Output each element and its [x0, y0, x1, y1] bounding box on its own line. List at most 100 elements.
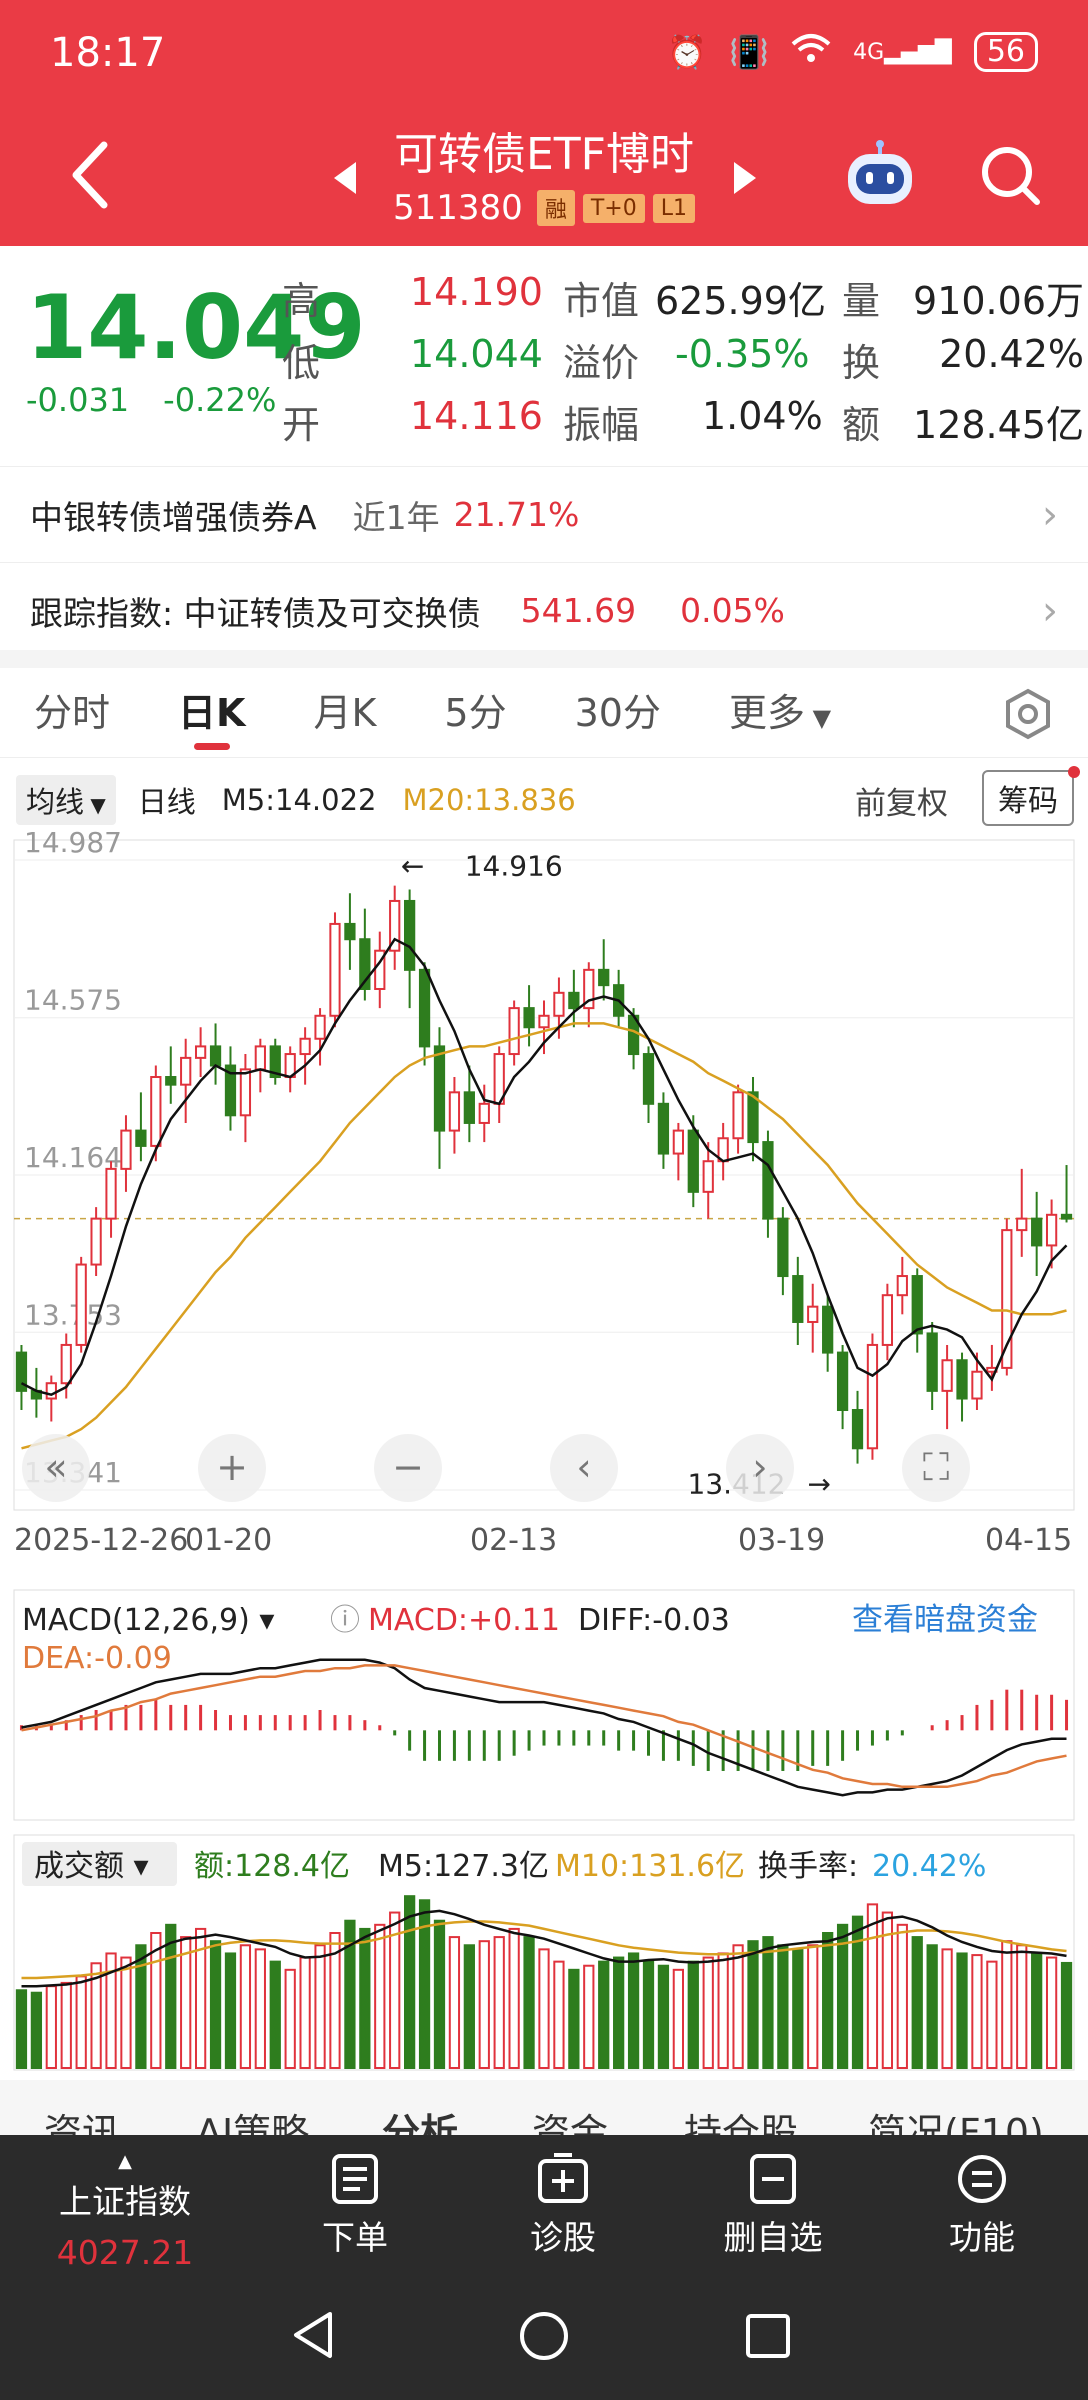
- amount-bar: [314, 1944, 326, 2069]
- menu-icon: [958, 2155, 1006, 2203]
- amount-bar: [911, 1936, 923, 2070]
- amount-bar: [299, 1956, 311, 2069]
- first-icon[interactable]: «: [22, 1434, 90, 1502]
- tab-more[interactable]: 更多 ▼: [695, 668, 865, 758]
- high-annotation: 14.916: [465, 850, 563, 883]
- candle-body: [75, 1263, 87, 1346]
- fullscreen-icon[interactable]: ⛶: [902, 1434, 970, 1502]
- candle-body: [538, 1014, 550, 1029]
- diagnose-button[interactable]: 诊股: [483, 2153, 643, 2259]
- amount-selector[interactable]: 成交额 ▾: [34, 1849, 149, 1884]
- diff-value: DIFF:-0.03: [578, 1603, 730, 1638]
- tab-analysis[interactable]: 分析: [382, 2102, 458, 2135]
- ma-selector[interactable]: 均线 ▼: [16, 775, 116, 825]
- chips-button[interactable]: 筹码: [982, 770, 1074, 826]
- kline-chart[interactable]: 14.98714.57514.16413.75313.34114.916←13.…: [13, 830, 1075, 1558]
- adjust-button[interactable]: 前复权: [855, 778, 948, 823]
- tag-level: L1: [652, 193, 695, 223]
- remove-label: 删自选: [723, 2218, 823, 2257]
- amount-bar: [120, 1956, 132, 2069]
- control-glyph: «: [44, 1445, 67, 1489]
- wifi-icon: [791, 32, 831, 72]
- nav-back-icon[interactable]: [290, 2310, 340, 2360]
- tab-30min[interactable]: 30分: [541, 668, 695, 758]
- candle-body: [135, 1129, 147, 1147]
- nav-home-icon[interactable]: [518, 2310, 570, 2362]
- zoom-in-icon[interactable]: +: [198, 1434, 266, 1502]
- caret-down-icon: ▼: [804, 703, 832, 732]
- fund-compare-row[interactable]: 中银转债增强债券A 近1年 21.71% ›: [0, 466, 1088, 562]
- candle-body: [881, 1294, 894, 1346]
- amount-bar: [971, 1954, 983, 2070]
- amount-bar: [1045, 1956, 1058, 2069]
- tab-holdings[interactable]: 持仓股: [684, 2102, 798, 2135]
- tab-monthly-k[interactable]: 月K: [279, 668, 410, 758]
- order-button[interactable]: 下单: [275, 2153, 435, 2259]
- amount-bar: [702, 1956, 714, 2069]
- tracking-index-label: 跟踪指数: 中证转债及可交换债: [30, 593, 481, 633]
- nav-recents-icon[interactable]: [744, 2312, 792, 2360]
- amount-label: 额: [842, 403, 881, 447]
- remove-watchlist-button[interactable]: 删自选: [693, 2153, 853, 2259]
- amount-bar: [642, 1960, 655, 2069]
- amount-bar: [926, 1944, 938, 2069]
- candle-body: [926, 1332, 938, 1392]
- amount-bar: [209, 1940, 222, 2069]
- volume-value: 910.06万: [913, 279, 1084, 323]
- index-ticker[interactable]: ▲ 上证指数 4027.21: [45, 2153, 205, 2273]
- tab-f10[interactable]: 简况(F10): [868, 2102, 1044, 2135]
- prev-icon[interactable]: ‹: [550, 1434, 618, 1502]
- ma5-value: M5:14.022: [221, 783, 377, 817]
- ma20-value: M20:13.836: [402, 783, 576, 817]
- amount-bar: [538, 1948, 550, 2070]
- turnover-value: 20.42%: [872, 1849, 986, 1884]
- candle-body: [866, 1343, 879, 1450]
- candle-body: [299, 1037, 311, 1056]
- order-label: 下单: [322, 2218, 388, 2257]
- amount-bar: [45, 1985, 57, 2069]
- amount-bar: [941, 1948, 953, 2070]
- tab-news[interactable]: 资讯: [44, 2102, 120, 2135]
- dea-line: [21, 1664, 1067, 1789]
- status-time: 18:17: [50, 30, 166, 76]
- tracking-index-row[interactable]: 跟踪指数: 中证转债及可交换债 541.69 0.05% ›: [0, 562, 1088, 658]
- search-icon[interactable]: [975, 140, 1045, 210]
- candle-body: [642, 1053, 655, 1105]
- candle-body: [254, 1045, 266, 1071]
- tracking-index-value: 541.69: [520, 591, 637, 630]
- chart-area[interactable]: 14.98714.57514.16413.75313.34114.916←13.…: [0, 830, 1088, 2080]
- tab-ai-strategy[interactable]: AI策略: [196, 2102, 309, 2135]
- candle-body: [344, 922, 356, 941]
- amount-bar: [568, 1968, 580, 2070]
- amount-bar: [657, 1964, 670, 2070]
- amount-m5: M5:127.3亿: [378, 1849, 549, 1884]
- macd-chart: MACD(12,26,9) ▾ ⓘ MACD:+0.11 DIFF:-0.03 查看暗盘…: [13, 1589, 1075, 1821]
- quote-panel: 14.049 -0.031 -0.22% 高 低 开 14.190 14.044…: [0, 246, 1088, 466]
- amount-bar: [404, 1895, 416, 2069]
- zoom-out-icon[interactable]: −: [374, 1434, 442, 1502]
- status-icons: ⏰ 📳 4G▂▄▆█ 56: [667, 32, 1038, 72]
- candle-body: [687, 1129, 699, 1193]
- candle-body: [702, 1160, 714, 1193]
- mcap-value: 625.99亿: [655, 279, 826, 323]
- fund-return: 21.71%: [453, 495, 580, 534]
- functions-button[interactable]: 功能: [902, 2153, 1062, 2259]
- candle-body: [329, 922, 341, 1017]
- control-glyph: ‹: [576, 1445, 591, 1489]
- stock-code: 511380: [393, 188, 523, 228]
- open-value: 14.116: [410, 394, 543, 438]
- tab-5min[interactable]: 5分: [410, 668, 540, 758]
- dark-pool-link[interactable]: 查看暗盘资金: [852, 1602, 1038, 1638]
- candle-body: [762, 1141, 774, 1220]
- price-change-pct: -0.22%: [163, 381, 277, 419]
- period-tabs: 分时 日K 月K 5分 30分 更多 ▼: [0, 668, 1088, 758]
- tab-daily-k[interactable]: 日K: [144, 668, 279, 758]
- candle-body: [120, 1129, 132, 1170]
- amount-bar: [687, 1960, 699, 2069]
- next-icon[interactable]: ›: [726, 1434, 794, 1502]
- robot-assistant-icon[interactable]: [840, 140, 920, 210]
- x-tick-label: 03-19: [738, 1523, 825, 1558]
- settings-icon[interactable]: [1002, 688, 1054, 740]
- tab-funds[interactable]: 资金: [532, 2102, 608, 2135]
- tab-intraday[interactable]: 分时: [0, 668, 144, 758]
